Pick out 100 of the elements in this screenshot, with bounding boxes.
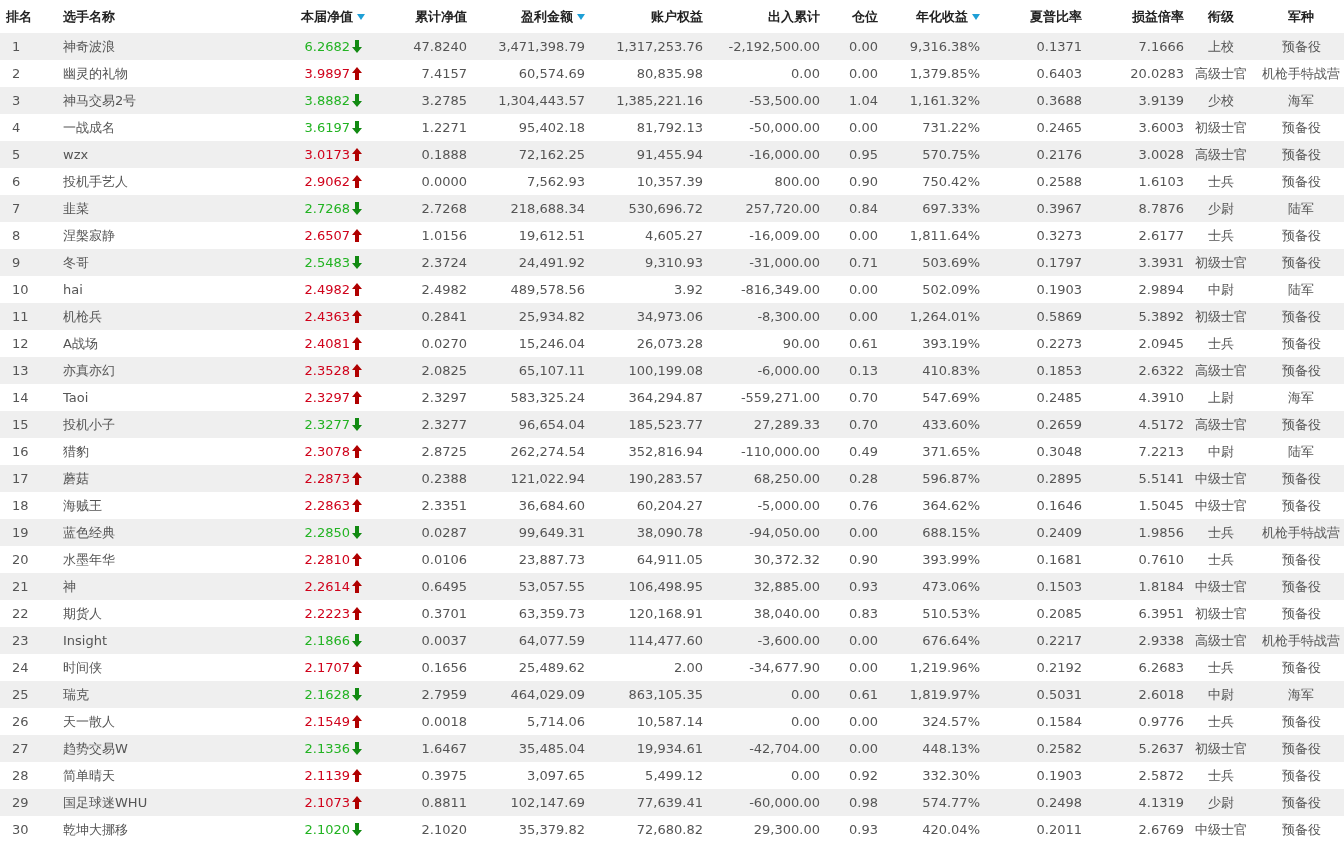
- table-cell: 26: [12, 714, 29, 729]
- table-cell: 高级士官: [1195, 64, 1247, 83]
- table-cell: 0.0287: [421, 525, 467, 540]
- table-cell: 0.00: [791, 768, 820, 783]
- table-cell: 4,605.27: [645, 228, 703, 243]
- table-cell: 0.2388: [421, 471, 467, 486]
- table-cell: 13: [12, 363, 29, 378]
- table-cell: 中级士官: [1195, 469, 1247, 488]
- player-name[interactable]: Taoi: [63, 390, 89, 405]
- player-name[interactable]: Insight: [63, 633, 108, 648]
- table-cell: 68,250.00: [753, 471, 820, 486]
- player-name[interactable]: 韭菜: [63, 199, 89, 218]
- table-cell: 0.00: [849, 309, 878, 324]
- up-arrow-icon: [352, 283, 362, 296]
- table-cell: 0.0000: [421, 174, 467, 189]
- table-cell: 0.61: [849, 687, 878, 702]
- table-cell: 0.28: [849, 471, 878, 486]
- player-name[interactable]: 时间侠: [63, 658, 102, 677]
- player-name[interactable]: 神: [63, 577, 76, 596]
- table-cell: 1,317,253.76: [616, 39, 703, 54]
- net-value: 2.4982: [304, 282, 350, 297]
- table-cell: 1.6467: [421, 741, 467, 756]
- column-header: 仓位: [852, 7, 878, 26]
- player-name[interactable]: 投机手艺人: [63, 172, 128, 191]
- table-cell: -94,050.00: [749, 525, 820, 540]
- table-cell: 1,304,443.57: [498, 93, 585, 108]
- player-name[interactable]: 简单晴天: [63, 766, 115, 785]
- table-cell: 95,402.18: [518, 120, 585, 135]
- player-name[interactable]: 瑞克: [63, 685, 89, 704]
- table-cell: 预备役: [1281, 577, 1321, 596]
- sort-icon[interactable]: [357, 13, 365, 20]
- table-cell: 102,147.69: [510, 795, 585, 810]
- table-cell: 64,077.59: [518, 633, 585, 648]
- table-cell: 6.3951: [1138, 606, 1184, 621]
- player-name[interactable]: wzx: [63, 147, 89, 162]
- table-cell: 688.15%: [922, 525, 980, 540]
- table-cell: 3.9139: [1138, 93, 1184, 108]
- table-cell: -3,600.00: [757, 633, 820, 648]
- table-cell: 0.00: [849, 660, 878, 675]
- table-cell: 77,639.41: [636, 795, 703, 810]
- net-value: 2.3528: [304, 363, 350, 378]
- table-cell: 0.2176: [1036, 147, 1082, 162]
- player-name[interactable]: 蓝色经典: [63, 523, 115, 542]
- table-cell: 23: [12, 633, 29, 648]
- player-name[interactable]: 亦真亦幻: [63, 361, 115, 380]
- net-value: 3.0173: [304, 147, 350, 162]
- table-cell: 0.0106: [421, 552, 467, 567]
- table-cell: 0.2895: [1036, 471, 1082, 486]
- table-cell: 0.2465: [1036, 120, 1082, 135]
- net-value: 2.3078: [304, 444, 350, 459]
- table-cell: 60,574.69: [518, 66, 585, 81]
- table-cell: 0.00: [849, 39, 878, 54]
- table-cell: 0.95: [849, 147, 878, 162]
- up-arrow-icon: [352, 445, 362, 458]
- table-cell: 0.3688: [1036, 93, 1082, 108]
- player-name[interactable]: 海贼王: [63, 496, 102, 515]
- table-cell: 364,294.87: [628, 390, 703, 405]
- table-cell: 初级士官: [1195, 739, 1247, 758]
- player-name[interactable]: 涅槃寂静: [63, 226, 115, 245]
- column-header[interactable]: 盈利金额: [521, 7, 573, 26]
- table-cell: 27,289.33: [753, 417, 820, 432]
- column-header: 排名: [6, 7, 32, 26]
- player-name[interactable]: 神奇波浪: [63, 37, 115, 56]
- sort-icon[interactable]: [972, 13, 980, 20]
- player-name[interactable]: 神马交易2号: [63, 91, 137, 110]
- player-name[interactable]: 趋势交易W: [63, 739, 128, 758]
- player-name[interactable]: 期货人: [63, 604, 102, 623]
- table-cell: 3.6003: [1138, 120, 1184, 135]
- table-cell: 10,357.39: [636, 174, 703, 189]
- player-name[interactable]: 冬哥: [63, 253, 89, 272]
- table-cell: 1.9856: [1138, 525, 1184, 540]
- player-name[interactable]: A战场: [63, 334, 98, 353]
- player-name[interactable]: 投机小子: [63, 415, 115, 434]
- player-name[interactable]: 天一散人: [63, 712, 115, 731]
- player-name[interactable]: 机枪兵: [63, 307, 102, 326]
- player-name[interactable]: hai: [63, 282, 83, 297]
- table-cell: 0.13: [849, 363, 878, 378]
- column-header[interactable]: 年化收益: [916, 7, 968, 26]
- table-cell: 35,379.82: [518, 822, 585, 837]
- table-cell: 25,934.82: [518, 309, 585, 324]
- down-arrow-icon: [352, 526, 362, 539]
- player-name[interactable]: 蘑菇: [63, 469, 89, 488]
- table-cell: 预备役: [1281, 658, 1321, 677]
- player-name[interactable]: 水墨年华: [63, 550, 115, 569]
- table-cell: 0.00: [849, 633, 878, 648]
- sort-icon[interactable]: [577, 13, 585, 20]
- player-name[interactable]: 猎豹: [63, 442, 89, 461]
- table-cell: 5,499.12: [645, 768, 703, 783]
- table-cell: 30,372.32: [753, 552, 820, 567]
- player-name[interactable]: 乾坤大挪移: [63, 820, 128, 839]
- player-name[interactable]: 国足球迷WHU: [63, 793, 148, 812]
- table-cell: 预备役: [1281, 550, 1321, 569]
- player-name[interactable]: 幽灵的礼物: [63, 64, 128, 83]
- table-cell: 1,385,221.16: [616, 93, 703, 108]
- player-name[interactable]: 一战成名: [63, 118, 115, 137]
- table-cell: 预备役: [1281, 712, 1321, 731]
- column-header[interactable]: 本届净值: [301, 7, 353, 26]
- table-cell: 596.87%: [922, 471, 980, 486]
- table-cell: 士兵: [1208, 658, 1234, 677]
- up-arrow-icon: [352, 607, 362, 620]
